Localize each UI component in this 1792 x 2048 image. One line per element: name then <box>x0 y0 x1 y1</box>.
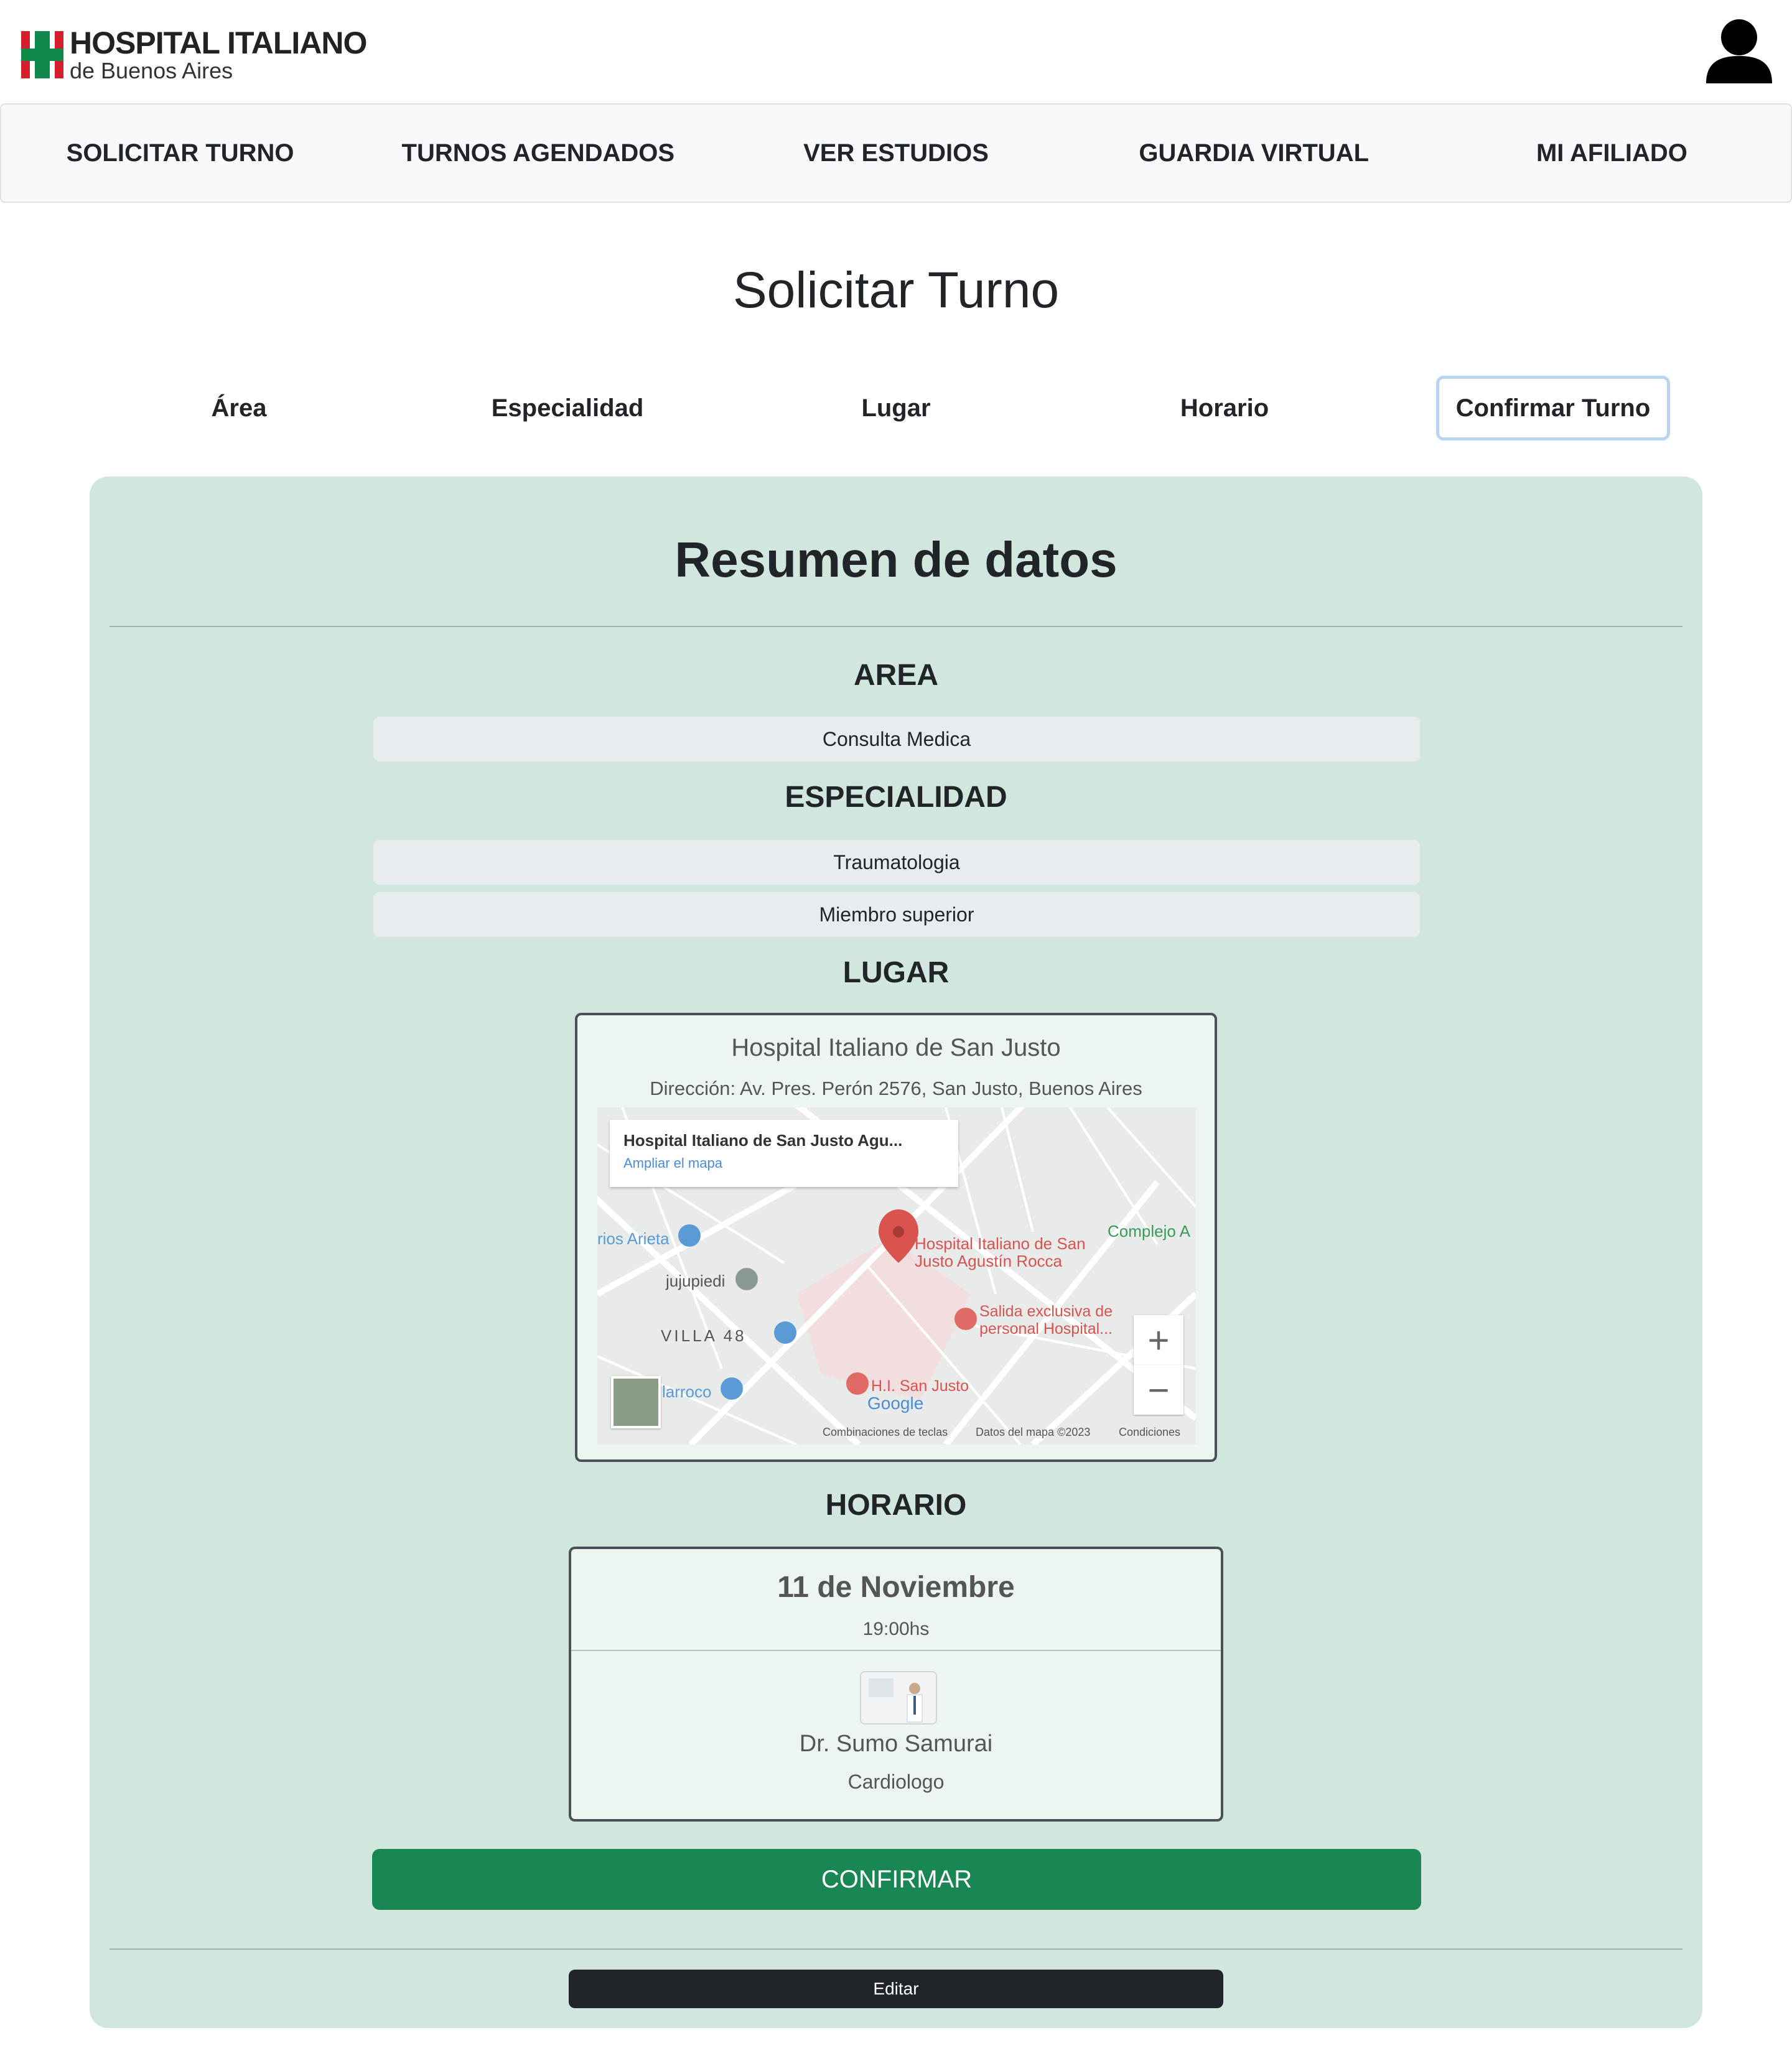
map-zoom-in-button[interactable]: + <box>1134 1315 1183 1365</box>
subespecialidad-value: Miembro superior <box>373 892 1420 937</box>
divider-bottom <box>110 1948 1682 1950</box>
appointment-time: 19:00hs <box>862 1619 930 1639</box>
logo-title: HOSPITAL ITALIANO <box>70 26 367 60</box>
map-info-title: Hospital Italiano de San Justo Agu... <box>623 1131 903 1150</box>
especialidad-heading: ESPECIALIDAD <box>785 781 1007 814</box>
lugar-address: Dirección: Av. Pres. Perón 2576, San Jus… <box>650 1078 1142 1099</box>
step-tabs: Área Especialidad Lugar Horario Confirma… <box>0 376 1792 440</box>
map-label-jujupiedi: jujupiedi <box>666 1272 726 1290</box>
horario-card: 11 de Noviembre 19:00hs Dr. Sumo Samurai… <box>569 1547 1223 1822</box>
nav-ver-estudios[interactable]: VER ESTUDIOS <box>717 105 1075 202</box>
horario-heading: HORARIO <box>825 1489 967 1522</box>
lugar-name: Hospital Italiano de San Justo <box>731 1034 1061 1061</box>
area-value: Consulta Medica <box>373 717 1420 761</box>
card-divider <box>571 1650 1221 1651</box>
logo-cross-icon <box>21 31 63 78</box>
area-heading: AREA <box>853 659 938 692</box>
appointment-date: 11 de Noviembre <box>777 1571 1015 1604</box>
main-nav: SOLICITAR TURNO TURNOS AGENDADOS VER EST… <box>0 103 1792 203</box>
lugar-card: Hospital Italiano de San Justo Dirección… <box>575 1013 1217 1462</box>
map-footer-terms[interactable]: Condiciones <box>1119 1426 1180 1439</box>
page-title: Solicitar Turno <box>732 262 1060 319</box>
map-zoom-out-button[interactable]: − <box>1134 1365 1183 1415</box>
nav-mi-afiliado[interactable]: MI AFILIADO <box>1433 105 1791 202</box>
doctor-name: Dr. Sumo Samurai <box>799 1731 993 1757</box>
map-satellite-toggle[interactable] <box>611 1376 661 1428</box>
step-area[interactable]: Área <box>177 376 301 440</box>
nav-turnos-agendados[interactable]: TURNOS AGENDADOS <box>359 105 717 202</box>
step-confirmar-turno[interactable]: Confirmar Turno <box>1436 376 1670 440</box>
step-lugar[interactable]: Lugar <box>834 376 958 440</box>
map-expand-link[interactable]: Ampliar el mapa <box>623 1155 945 1171</box>
map-poi-2: H.I. San Justo <box>871 1377 969 1395</box>
map-pin-label-2: Justo Agustín Rocca <box>915 1252 1063 1270</box>
map-label-complejo: Complejo A <box>1108 1222 1190 1240</box>
top-header: HOSPITAL ITALIANO de Buenos Aires <box>0 0 1792 103</box>
google-logo: Google <box>867 1394 924 1413</box>
map-label-villa: VILLA 48 <box>661 1326 747 1345</box>
user-icon[interactable] <box>1705 19 1773 83</box>
summary-title: Resumen de datos <box>674 532 1118 587</box>
doctor-photo <box>860 1671 937 1725</box>
summary-panel: Resumen de datos AREA Consulta Medica ES… <box>90 477 1702 2028</box>
map-info-box: Hospital Italiano de San Justo Agu... Am… <box>610 1120 958 1187</box>
map-label-larroco: larroco <box>662 1382 712 1401</box>
map-label-arieta: rios Arieta <box>597 1229 670 1248</box>
doctor-specialty: Cardiologo <box>847 1771 945 1793</box>
step-especialidad[interactable]: Especialidad <box>474 376 661 440</box>
hospital-logo[interactable]: HOSPITAL ITALIANO de Buenos Aires <box>21 26 367 83</box>
nav-solicitar-turno[interactable]: SOLICITAR TURNO <box>1 105 359 202</box>
edit-button[interactable]: Editar <box>569 1970 1223 2008</box>
lugar-heading: LUGAR <box>842 956 950 989</box>
map-pin-label-1: Hospital Italiano de San <box>915 1234 1086 1253</box>
logo-subtitle: de Buenos Aires <box>70 58 233 83</box>
map-footer-data: Datos del mapa ©2023 <box>976 1426 1091 1438</box>
location-map[interactable]: Hospital Italiano de San Justo Agu... Am… <box>597 1107 1196 1445</box>
map-footer-shortcuts[interactable]: Combinaciones de teclas <box>823 1426 948 1439</box>
map-poi-1-line2: personal Hospital... <box>979 1320 1113 1338</box>
map-poi-1-line1: Salida exclusiva de <box>979 1303 1113 1320</box>
nav-guardia-virtual[interactable]: GUARDIA VIRTUAL <box>1075 105 1433 202</box>
step-horario[interactable]: Horario <box>1162 376 1287 440</box>
confirm-button[interactable]: CONFIRMAR <box>372 1849 1421 1910</box>
especialidad-value: Traumatologia <box>373 840 1420 885</box>
divider <box>110 626 1682 627</box>
